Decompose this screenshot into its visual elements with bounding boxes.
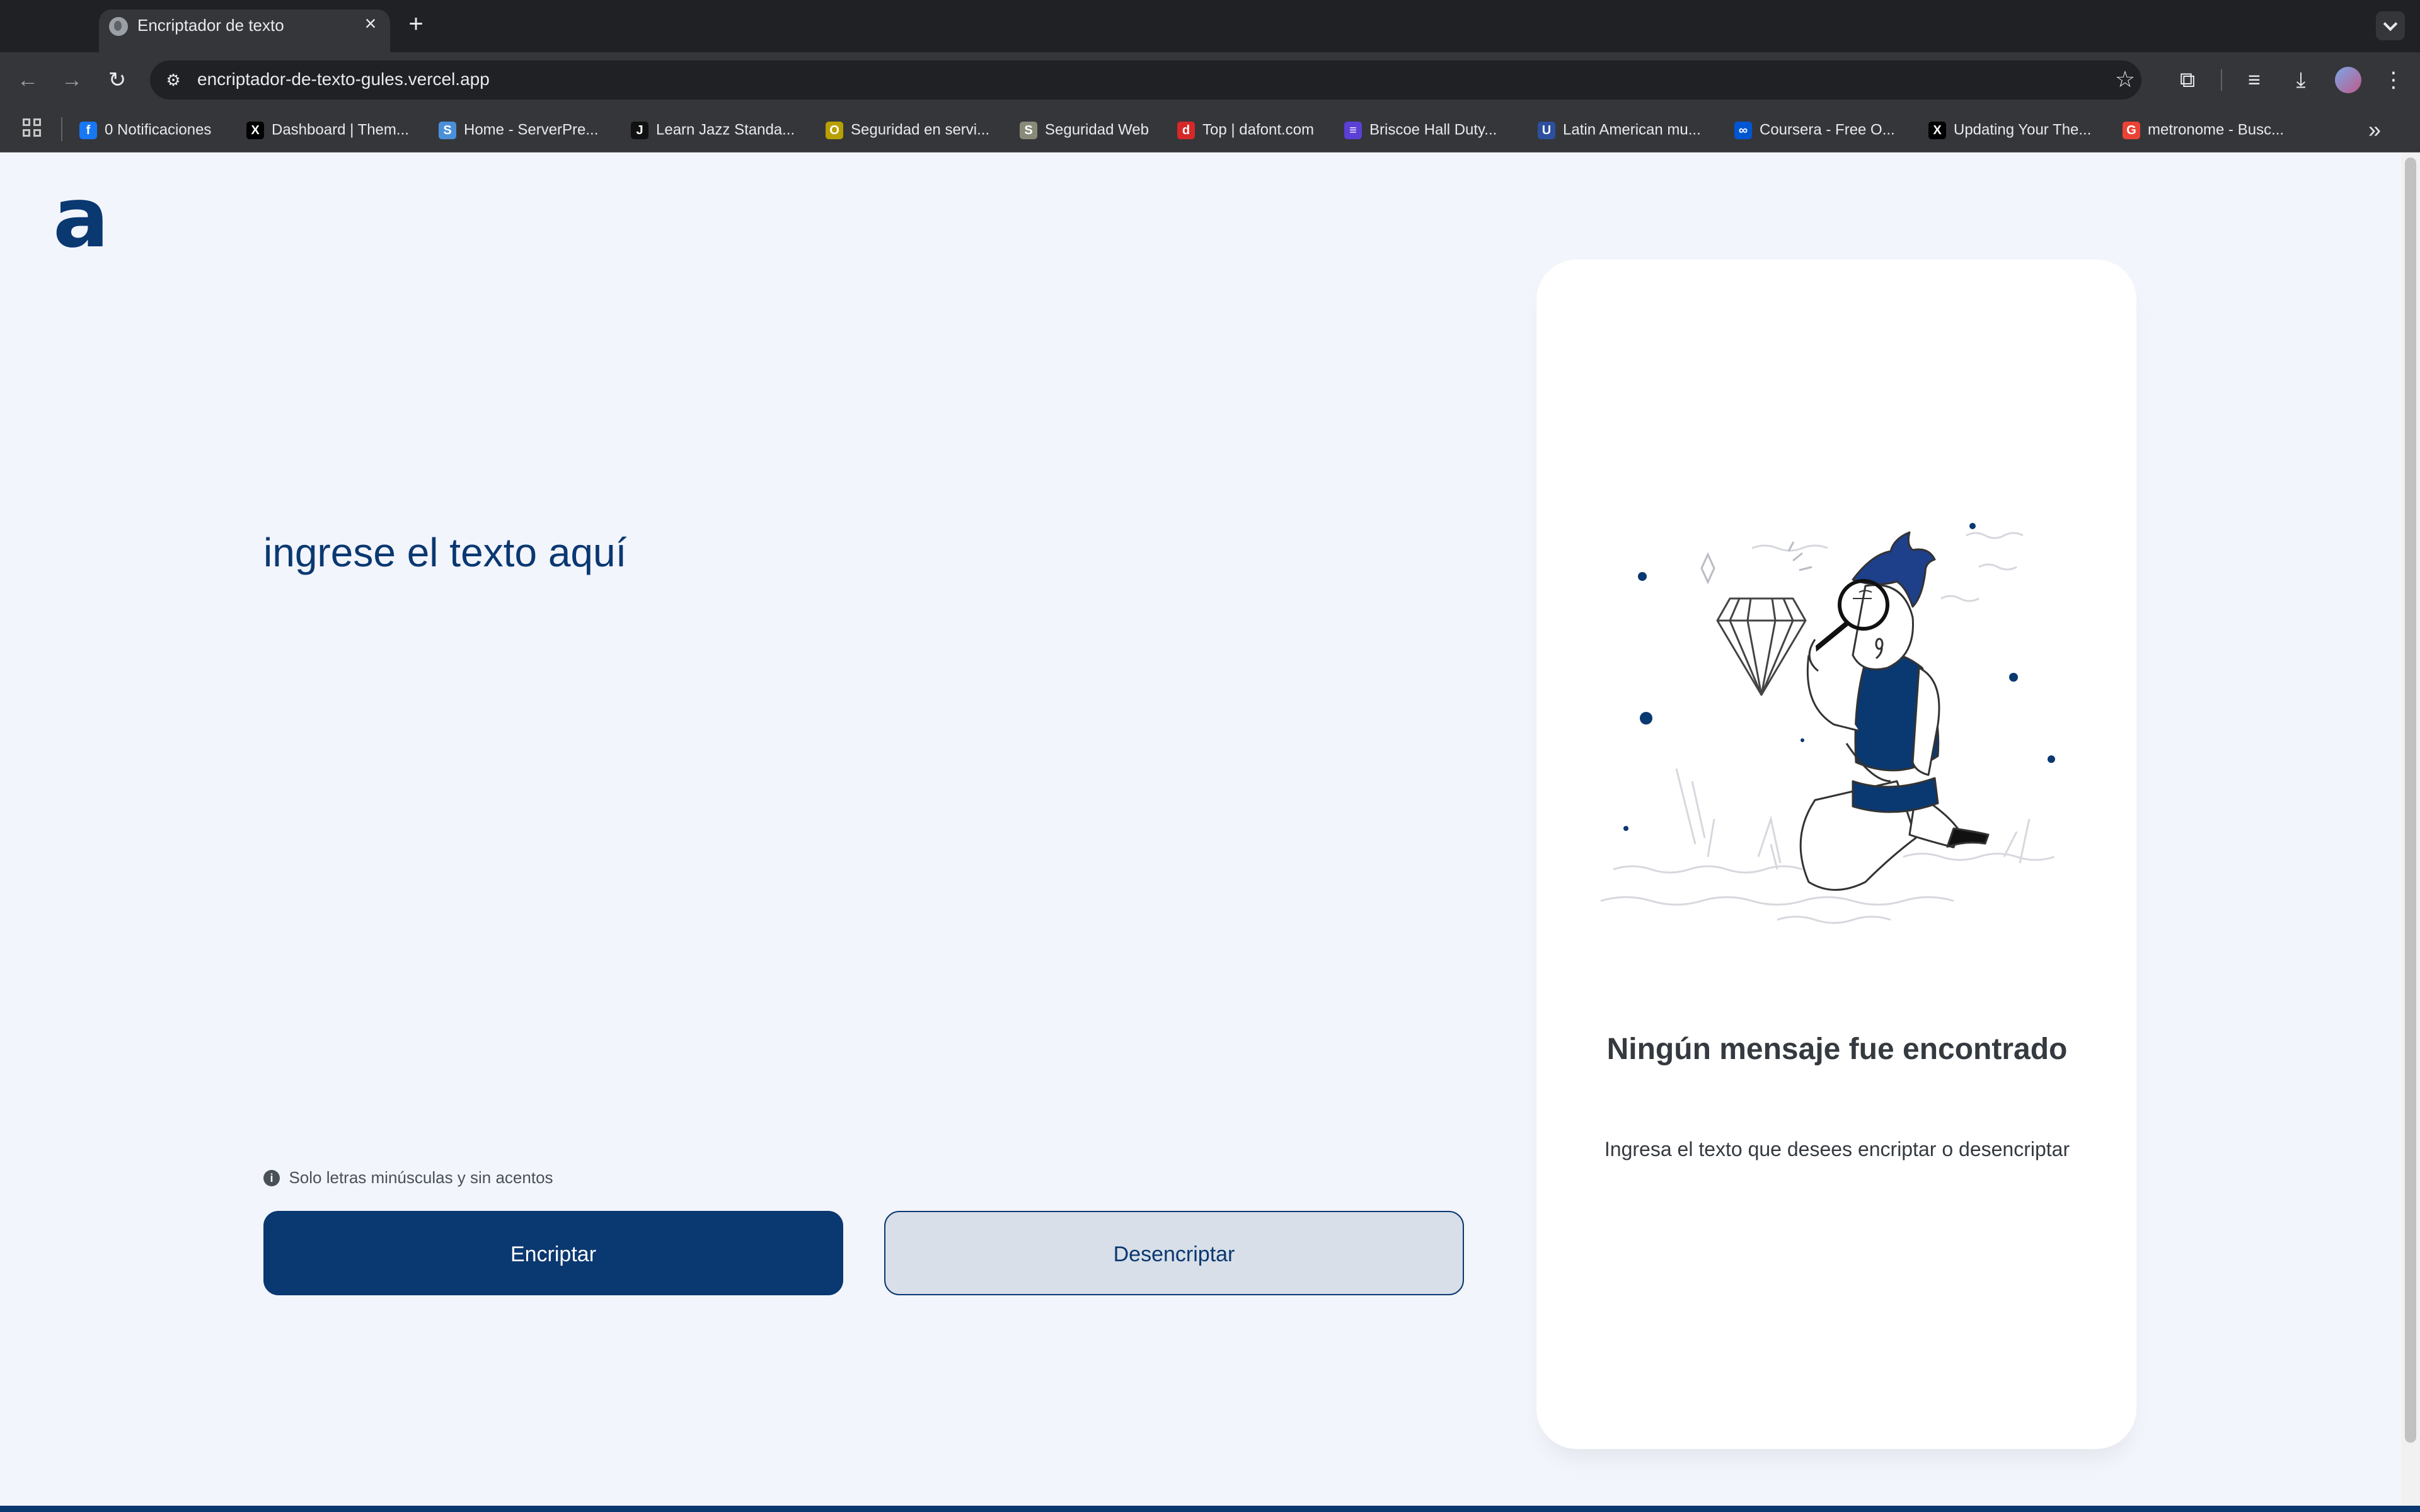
x-icon: X [246, 121, 264, 139]
toolbar-divider [2221, 69, 2222, 91]
serverpress-icon: S [439, 121, 456, 139]
bookmark-label: Seguridad Web [1045, 121, 1149, 139]
coursera-icon: ∞ [1734, 121, 1752, 139]
close-icon[interactable]: × [360, 13, 381, 33]
apps-grid-icon[interactable] [23, 118, 43, 139]
bookmark-label: Coursera - Free O... [1760, 121, 1895, 139]
bookmark-label: Top | dafont.com [1202, 121, 1314, 139]
bookmark-label: metronome - Busc... [2148, 121, 2285, 139]
bookmark-item[interactable]: U Latin American mu... [1538, 120, 1701, 140]
list-icon: ≡ [1344, 121, 1362, 139]
security-ring-icon: O [826, 121, 843, 139]
bookmark-item[interactable]: Gmetronome - Busc... [2123, 120, 2284, 140]
forward-arrow-icon[interactable]: → [58, 66, 86, 94]
encrypt-button[interactable]: Encriptar [263, 1211, 843, 1295]
google-icon: G [2123, 121, 2140, 139]
reload-icon[interactable]: ↻ [103, 66, 131, 94]
bookmark-label: Briscoe Hall Duty... [1369, 121, 1497, 139]
download-icon[interactable]: ⤓ [2286, 66, 2315, 94]
site-settings-icon[interactable]: ⚙ [163, 69, 184, 91]
bookmark-item[interactable]: X Updating Your The... [1928, 120, 2091, 140]
extensions-puzzle-icon[interactable]: ⧉ [2173, 66, 2202, 94]
bookmark-label: 0 Notificaciones [105, 121, 212, 139]
jazz-icon: J [631, 121, 648, 139]
bookmark-star-icon[interactable]: ☆ [2111, 66, 2139, 93]
bookmark-item[interactable]: f 0 Notificaciones [79, 120, 211, 140]
bookmark-item[interactable]: ≡ Briscoe Hall Duty... [1344, 120, 1497, 140]
bookmark-item[interactable]: S Seguridad Web [1020, 120, 1149, 140]
info-icon: i [263, 1169, 280, 1186]
shield-crest-icon: U [1538, 121, 1555, 139]
tab-search-chevron-icon[interactable] [2376, 11, 2405, 40]
input-hint: i Solo letras minúsculas y sin acentos [263, 1168, 553, 1191]
more-menu-icon[interactable]: ⋮ [2381, 66, 2406, 94]
bookmarks-divider [61, 117, 62, 141]
web-security-icon: S [1020, 121, 1037, 139]
text-input[interactable] [263, 529, 1461, 1128]
new-tab-plus-icon[interactable]: + [403, 11, 429, 37]
tab-title: Encriptador de texto [137, 16, 284, 35]
bookmark-item[interactable]: ∞ Coursera - Free O... [1734, 120, 1895, 140]
scrollbar-thumb[interactable] [2405, 158, 2416, 1443]
bookmark-item[interactable]: J Learn Jazz Standa... [631, 120, 795, 140]
media-queue-icon[interactable]: ≡ [2240, 66, 2269, 94]
bookmark-item[interactable]: O Seguridad en servi... [826, 120, 989, 140]
person-with-magnifier-illustration [1600, 523, 2055, 924]
url-text[interactable]: encriptador-de-texto-gules.vercel.app [197, 69, 490, 89]
bookmark-label: Learn Jazz Standa... [656, 121, 795, 139]
bookmark-label: Updating Your The... [1954, 121, 2092, 139]
output-subtitle: Ingresa el texto que desees encriptar o … [1604, 1138, 2070, 1160]
dafont-icon: d [1177, 121, 1195, 139]
x-icon: X [1928, 121, 1946, 139]
footer-bar [0, 1506, 2420, 1512]
hint-text: Solo letras minúsculas y sin acentos [289, 1168, 553, 1187]
profile-avatar[interactable] [2335, 67, 2361, 93]
bookmark-label: Latin American mu... [1563, 121, 1701, 139]
bookmark-label: Seguridad en servi... [851, 121, 990, 139]
bookmark-label: Dashboard | Them... [272, 121, 409, 139]
bookmark-label: Home - ServerPre... [464, 121, 599, 139]
output-title: Ningún mensaje fue encontrado [1606, 1033, 2068, 1066]
bookmark-item[interactable]: d Top | dafont.com [1177, 120, 1314, 140]
more-bookmarks-chevron-icon[interactable]: » [2362, 117, 2387, 142]
alura-logo: a [53, 169, 110, 266]
back-arrow-icon[interactable]: ← [14, 66, 42, 94]
bookmark-item[interactable]: S Home - ServerPre... [439, 120, 598, 140]
decrypt-button[interactable]: Desencriptar [884, 1211, 1464, 1295]
facebook-icon: f [79, 121, 97, 139]
globe-icon [109, 17, 128, 36]
bookmark-item[interactable]: X Dashboard | Them... [246, 120, 409, 140]
